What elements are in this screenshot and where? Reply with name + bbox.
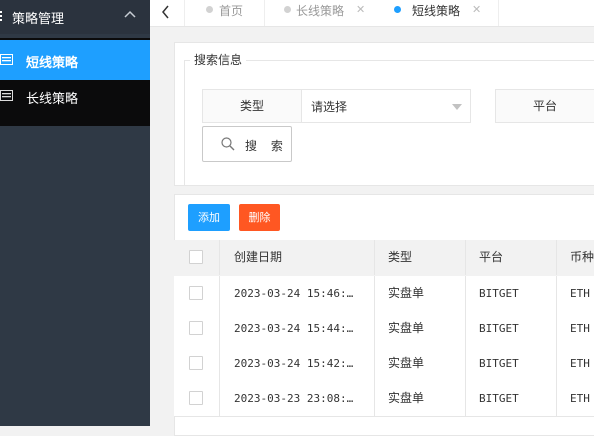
type-cell: 实盘单 — [375, 276, 466, 311]
list-icon — [0, 54, 14, 66]
type-cell: 实盘单 — [375, 311, 466, 346]
currency-cell: ETH — [570, 357, 590, 370]
tab-status-dot — [284, 6, 291, 13]
select-all-checkbox[interactable] — [189, 250, 203, 264]
tab-short-term-strategy[interactable]: 短线策略 ✕ — [380, 0, 499, 26]
currency-cell: ETH — [570, 392, 590, 405]
tab-status-dot — [394, 6, 401, 13]
checkbox-cell — [174, 311, 220, 346]
close-icon[interactable]: ✕ — [356, 3, 365, 16]
tab-home[interactable]: 首页 — [184, 0, 265, 26]
row-checkbox[interactable] — [189, 286, 203, 300]
tab-status-dot — [206, 6, 213, 13]
caret-down-icon — [452, 104, 462, 110]
search-icon — [221, 137, 235, 151]
nav-group-label: 策略管理 — [12, 12, 65, 27]
header-checkbox-cell — [174, 240, 220, 275]
tab-long-term-strategy[interactable]: 长线策略 ✕ — [264, 0, 381, 26]
tab-label: 长线策略 — [296, 4, 345, 18]
created-date-cell: 2023-03-24 15:44:… — [220, 311, 375, 346]
tab-scroll-left-button[interactable] — [150, 0, 185, 26]
table-row[interactable]: 2023-03-23 23:08:… 实盘单 BITGET ETH — [174, 381, 594, 417]
platform-label: 平台 — [495, 89, 594, 123]
sidebar-item-label: 长线策略 — [26, 92, 79, 107]
search-button[interactable]: 搜 索 — [202, 126, 292, 162]
tab-label: 首页 — [219, 4, 244, 18]
column-header: 币种 — [570, 250, 594, 264]
close-icon[interactable]: ✕ — [472, 3, 481, 16]
currency-cell: ETH — [570, 287, 590, 300]
chevron-up-icon — [124, 9, 136, 19]
nav-group-strategy-management[interactable]: 策略管理 — [0, 0, 150, 34]
sidebar-item-short-term-strategy[interactable]: 短线策略 — [0, 40, 150, 80]
platform-cell: BITGET — [466, 276, 557, 311]
strategy-icon — [0, 9, 4, 23]
table-header-row: 创建日期 类型 平台 币种 — [174, 240, 594, 277]
created-date-cell: 2023-03-24 15:42:… — [220, 346, 375, 381]
tab-label: 短线策略 — [412, 4, 461, 18]
currency-cell: ETH — [570, 322, 590, 335]
platform-cell: BITGET — [466, 346, 557, 381]
list-icon — [0, 90, 14, 102]
search-button-label: 搜 索 — [245, 139, 288, 153]
nav-submenu: 短线策略 长线策略 — [0, 38, 150, 126]
add-button[interactable]: 添加 — [188, 204, 230, 231]
row-checkbox[interactable] — [189, 321, 203, 335]
type-select[interactable]: 请选择 — [301, 89, 471, 123]
type-select-value: 请选择 — [311, 100, 348, 114]
chevron-left-icon — [162, 5, 169, 19]
type-cell: 实盘单 — [375, 381, 466, 416]
type-cell: 实盘单 — [375, 346, 466, 381]
row-checkbox[interactable] — [189, 391, 203, 405]
platform-cell: BITGET — [466, 381, 557, 416]
table-row[interactable]: 2023-03-24 15:46:… 实盘单 BITGET ETH — [174, 276, 594, 312]
type-label: 类型 — [202, 89, 302, 123]
checkbox-cell — [174, 276, 220, 311]
sidebar-item-label: 短线策略 — [26, 56, 79, 71]
checkbox-cell — [174, 381, 220, 416]
column-header: 创建日期 — [220, 240, 375, 275]
sidebar-item-long-term-strategy[interactable]: 长线策略 — [0, 76, 150, 116]
column-header: 平台 — [466, 240, 557, 275]
table-row[interactable]: 2023-03-24 15:44:… 实盘单 BITGET ETH — [174, 311, 594, 347]
created-date-cell: 2023-03-24 15:46:… — [220, 276, 375, 311]
platform-cell: BITGET — [466, 311, 557, 346]
created-date-cell: 2023-03-23 23:08:… — [220, 381, 375, 416]
table-row[interactable]: 2023-03-24 15:42:… 实盘单 BITGET ETH — [174, 346, 594, 382]
column-header: 类型 — [375, 240, 466, 275]
search-legend: 搜索信息 — [190, 51, 247, 68]
tab-bar: 首页 长线策略 ✕ 短线策略 ✕ — [150, 0, 594, 27]
row-checkbox[interactable] — [189, 356, 203, 370]
checkbox-cell — [174, 346, 220, 381]
sidebar: 策略管理 短线策略 长线策略 — [0, 0, 150, 426]
delete-button[interactable]: 删除 — [239, 204, 280, 231]
